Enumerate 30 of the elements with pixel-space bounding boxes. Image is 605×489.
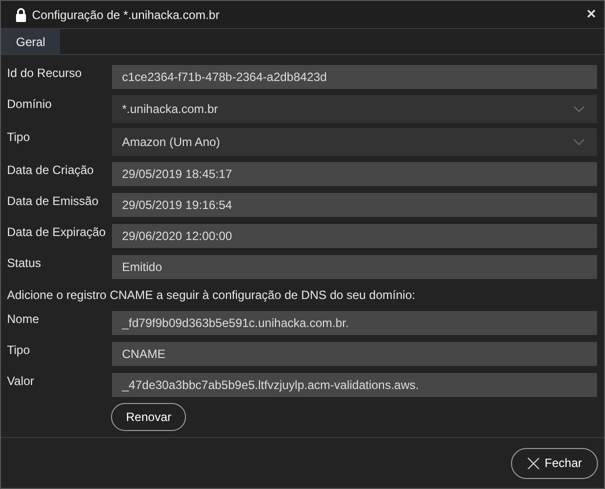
field-label: Status [7,255,42,270]
field-label: Id do Recurso [7,65,83,80]
chevron-down-icon [573,138,585,146]
lock-icon [15,8,27,22]
close-icon [526,456,540,470]
text-field[interactable]: c1ce2364-f71b-478b-2364-a2db8423d [112,64,597,88]
text-field[interactable]: 29/05/2019 19:16:54 [112,192,597,216]
field-label: Tipo [7,342,31,357]
renew-button[interactable]: Renovar [111,403,186,431]
field-label: Data de Emissão [7,193,100,208]
text-field[interactable]: 29/05/2019 18:45:17 [112,162,597,186]
text-field[interactable]: Emitido [112,254,597,278]
field-label: Data de Criação [7,162,95,177]
field-label: Tipo [7,129,31,144]
window-title: Configuração de *.unihacka.com.br [32,8,220,22]
field-label: Valor [7,373,36,388]
instruction-text: Adicione o registro CNAME a seguir à configuração de DNS do seu domínio: [7,287,416,304]
close-button[interactable]: × [584,6,598,24]
text-field[interactable]: _fd79f9b09d363b5e591c.unihacka.com.br. [112,310,597,334]
field-label: Data de Expiração [7,224,107,239]
close-dialog-button[interactable]: Fechar [510,448,598,478]
text-field[interactable]: CNAME [112,342,597,366]
text-field[interactable]: 29/06/2020 12:00:00 [112,224,597,248]
dropdown[interactable]: Amazon (Um Ano) [112,128,597,156]
text-field[interactable]: _47de30a3bbc7ab5b9e5.ltfvzjuylp.acm-validations.aws. [112,372,597,396]
field-label: Nome [7,311,40,326]
field-label: Domínio [7,96,53,111]
dropdown[interactable]: *.unihacka.com.br [112,94,597,122]
chevron-down-icon [573,104,585,112]
tab[interactable]: Geral [1,29,60,54]
